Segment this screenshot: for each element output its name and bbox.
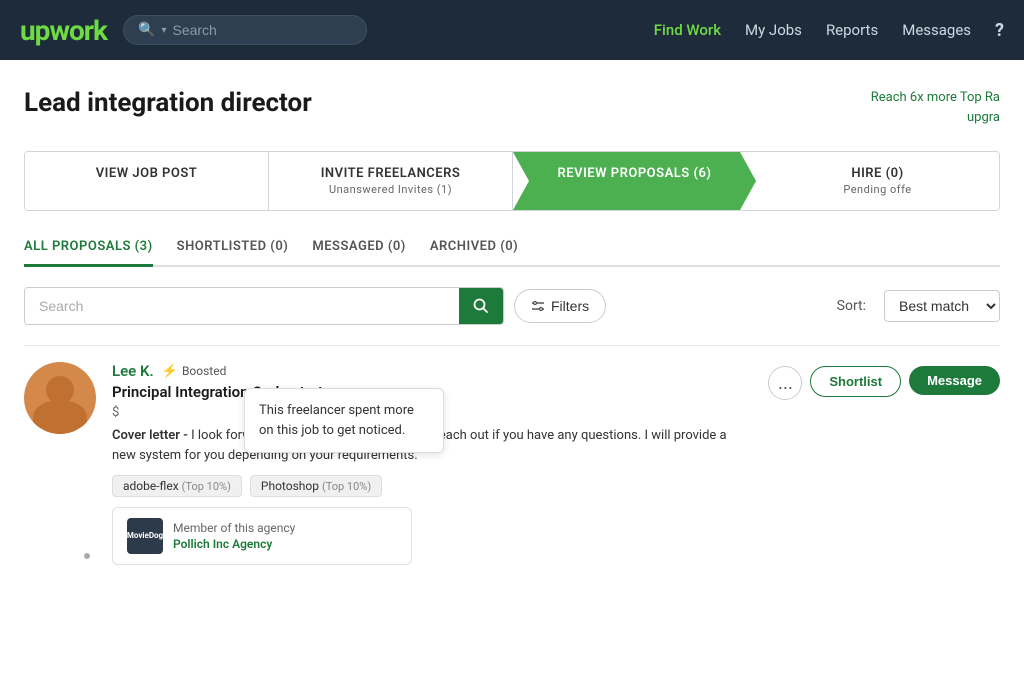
- proposals-search-container[interactable]: [24, 287, 504, 325]
- filters-icon: [531, 299, 545, 313]
- step-review-label: REVIEW PROPOSALS (6): [558, 166, 712, 181]
- step-invite-freelancers[interactable]: INVITE FREELANCERS Unanswered Invites (1…: [269, 152, 513, 210]
- cover-letter-prefix: Cover letter -: [112, 428, 188, 443]
- message-button[interactable]: Message: [909, 366, 1000, 395]
- sort-select[interactable]: Best match Newest first Oldest first: [884, 290, 1000, 322]
- bolt-icon: ⚡: [162, 364, 178, 379]
- boosted-tooltip: This freelancer spent more on this job t…: [244, 388, 444, 453]
- global-search-input[interactable]: [172, 22, 352, 38]
- job-stepper: VIEW JOB POST INVITE FREELANCERS Unanswe…: [24, 151, 1000, 211]
- step-hire-label: HIRE (0): [772, 166, 983, 181]
- proposals-search-row: Filters Sort: Best match Newest first Ol…: [24, 287, 1000, 325]
- agency-logo: Movie Dog: [127, 518, 163, 554]
- upgrade-prompt[interactable]: Reach 6x more Top Ra upgra: [871, 88, 1000, 127]
- step-hire-sub: Pending offe: [772, 183, 983, 196]
- upgrade-line1: Reach 6x more Top Ra: [871, 88, 1000, 108]
- tab-shortlisted[interactable]: SHORTLISTED (0): [177, 239, 289, 267]
- skill-adobe-flex-badge: (Top 10%): [182, 480, 231, 493]
- more-options-button[interactable]: ...: [768, 366, 802, 400]
- page-title: Lead integration director: [24, 88, 312, 118]
- logo[interactable]: upwork: [20, 14, 107, 47]
- skill-photoshop-badge: (Top 10%): [322, 480, 371, 493]
- boosted-label: Boosted: [182, 364, 226, 378]
- freelancer-name[interactable]: Lee K.: [112, 362, 154, 380]
- nav-find-work[interactable]: Find Work: [654, 21, 721, 39]
- proposal-card: Lee K. ⚡ Boosted Principal Integration O…: [24, 345, 1000, 581]
- page-content: Lead integration director Reach 6x more …: [0, 60, 1024, 683]
- step-view-job-post[interactable]: VIEW JOB POST: [25, 152, 269, 210]
- tab-messaged[interactable]: MESSAGED (0): [312, 239, 406, 267]
- proposals-tabs: ALL PROPOSALS (3) SHORTLISTED (0) MESSAG…: [24, 239, 1000, 267]
- agency-name[interactable]: Pollich Inc Agency: [173, 537, 295, 551]
- earned-label: $: [112, 405, 119, 420]
- upgrade-line2: upgra: [871, 108, 1000, 128]
- avatar-container: [24, 362, 96, 565]
- proposals-search-input[interactable]: [25, 288, 459, 324]
- search-icon: [473, 298, 489, 314]
- skills-row: adobe-flex (Top 10%) Photoshop (Top 10%): [112, 475, 752, 497]
- agency-box[interactable]: Movie Dog Member of this agency Pollich …: [112, 507, 412, 565]
- tab-archived[interactable]: ARCHIVED (0): [430, 239, 518, 267]
- boosted-badge: ⚡ Boosted: [162, 364, 227, 379]
- nav-messages[interactable]: Messages: [902, 21, 971, 39]
- help-button[interactable]: ?: [995, 20, 1004, 41]
- step-hire[interactable]: HIRE (0) Pending offe: [756, 152, 999, 210]
- filters-label: Filters: [551, 298, 589, 314]
- proposals-search-button[interactable]: [459, 288, 503, 324]
- avatar: [24, 362, 96, 434]
- nav-my-jobs[interactable]: My Jobs: [745, 21, 802, 39]
- skill-photoshop: Photoshop (Top 10%): [250, 475, 382, 497]
- shortlist-button[interactable]: Shortlist: [810, 366, 901, 397]
- tooltip-text: This freelancer spent more on this job t…: [259, 403, 414, 438]
- freelancer-header-row: Lee K. ⚡ Boosted: [112, 362, 752, 380]
- global-search-bar[interactable]: 🔍 ▾: [123, 15, 367, 45]
- agency-info: Member of this agency Pollich Inc Agency: [173, 521, 295, 551]
- main-nav: Find Work My Jobs Reports Messages ?: [654, 20, 1004, 41]
- filters-button[interactable]: Filters: [514, 289, 606, 323]
- step-invite-label: INVITE FREELANCERS: [285, 166, 496, 181]
- sort-label: Sort:: [837, 298, 866, 314]
- header: upwork 🔍 ▾ Find Work My Jobs Reports Mes…: [0, 0, 1024, 60]
- tab-all-proposals[interactable]: ALL PROPOSALS (3): [24, 239, 153, 267]
- agency-label: Member of this agency: [173, 521, 295, 535]
- online-indicator: [82, 551, 92, 561]
- step-invite-sub: Unanswered Invites (1): [285, 183, 496, 196]
- skill-adobe-flex: adobe-flex (Top 10%): [112, 475, 242, 497]
- step-review-proposals[interactable]: REVIEW PROPOSALS (6): [513, 152, 756, 210]
- search-icon: 🔍: [138, 22, 155, 38]
- search-dropdown-icon: ▾: [161, 25, 166, 36]
- nav-reports[interactable]: Reports: [826, 21, 878, 39]
- step-view-job-post-label: VIEW JOB POST: [96, 166, 198, 181]
- page-header: Lead integration director Reach 6x more …: [24, 88, 1000, 127]
- card-actions: ... Shortlist Message: [768, 362, 1000, 565]
